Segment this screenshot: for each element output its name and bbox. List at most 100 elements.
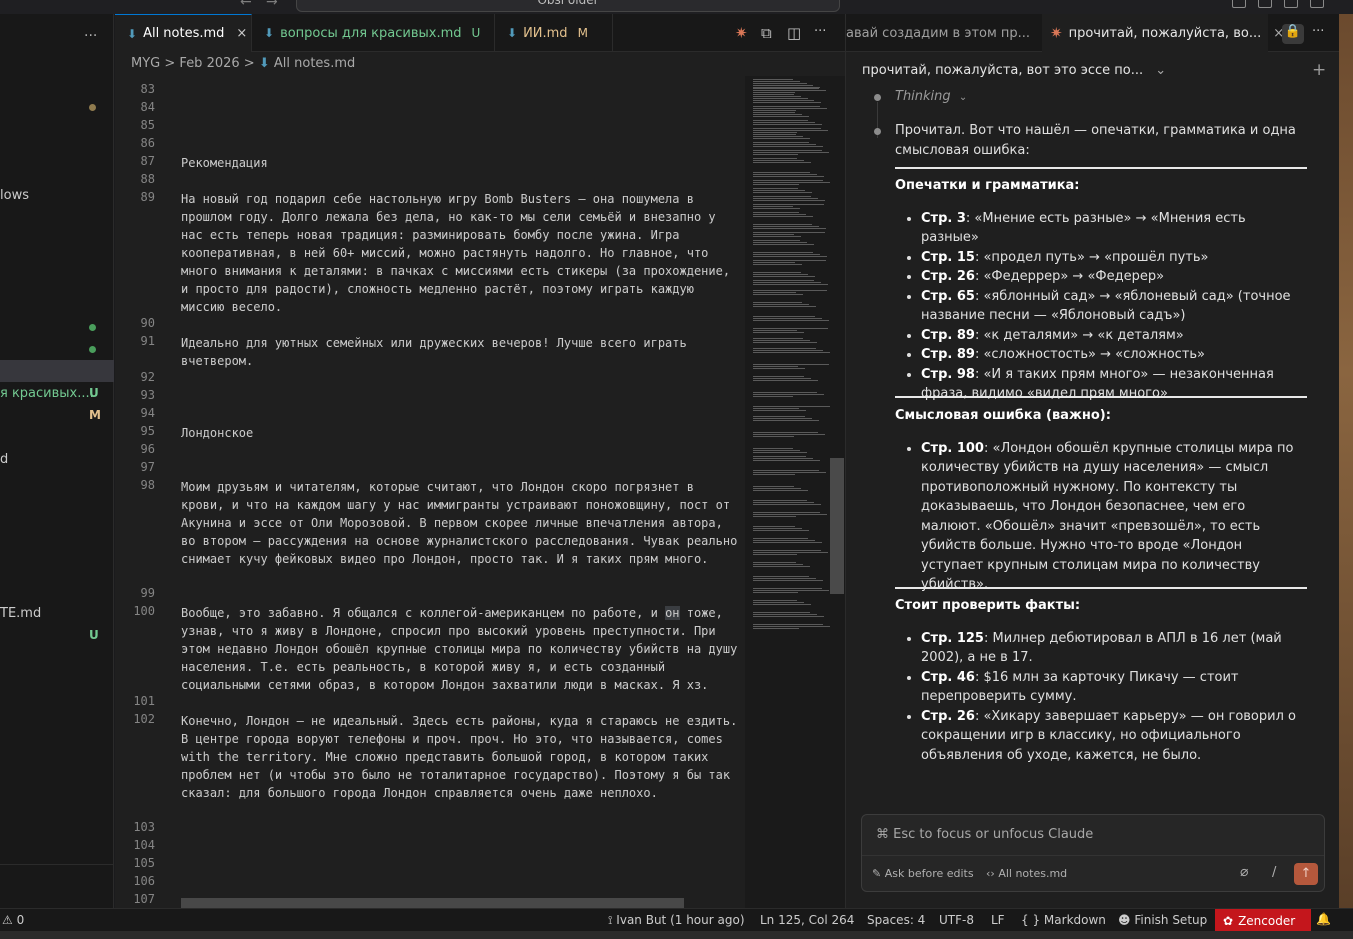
sidebar-more-icon[interactable]: ··· [84,28,97,44]
new-chat-plus-icon[interactable]: + [1312,60,1326,80]
line-number: 93 [140,388,155,402]
slash-command-button[interactable]: / [1272,865,1276,880]
sidebar-toggle-icon[interactable] [1258,0,1272,8]
minimap-line [753,340,810,341]
minimap-line [753,392,817,393]
indentation[interactable]: Spaces: 4 [867,913,925,927]
thinking-toggle[interactable]: Thinking ⌄ [895,89,967,104]
tab-ii[interactable]: ⬇ ИИ.md M [495,14,613,52]
line-number: 99 [140,586,155,600]
encoding[interactable]: UTF-8 [939,913,974,927]
close-icon[interactable]: × [236,26,247,41]
zencoder-button[interactable]: ✿ Zencoder [1215,909,1311,932]
code-area[interactable]: 83 84 85 86 87 Рекомендация 88 89 На новый год п… [115,82,745,908]
git-blame-item[interactable]: ⟟ Ivan But (1 hour ago) [608,913,745,928]
split-editor-icon[interactable]: ◫ [787,24,801,42]
tab-all-notes[interactable]: ⬇ All notes.md × [115,14,252,52]
problems-indicator[interactable]: ⚠ 0 [2,913,24,927]
minimap-line [753,600,797,601]
breadcrumb-item[interactable]: MYG [131,56,160,71]
minimap-line [753,338,803,339]
tab-current-chat[interactable]: ✷ прочитай, пожалуйста, во... × [1042,14,1284,52]
minimap-line [753,318,822,319]
minimap-line [753,396,793,397]
issue-text: : «Лондон обошёл крупные столицы мира по… [921,440,1294,593]
tab-voprosy[interactable]: ⬇ вопросы для красивых.md U [252,14,495,52]
line-reference[interactable]: Стр. 26 [921,709,975,724]
minimap-line [753,120,808,121]
code-line[interactable]: Идеально для уютных семейных или дружеск… [181,334,741,370]
finish-setup-button[interactable]: ☻ Finish Setup [1118,913,1207,927]
line-number: 107 [133,892,155,906]
explorer-item[interactable]: TE.md [0,606,41,621]
line-reference[interactable]: Стр. 98 [921,367,975,382]
explorer-selected-row[interactable] [0,360,114,382]
layout-icon[interactable] [1232,0,1246,8]
code-line[interactable]: Моим друзьям и читателям, которые считаю… [181,478,741,568]
chevron-down-icon[interactable]: ⌄ [1155,63,1166,78]
minimap-line [753,380,818,381]
send-button[interactable]: ↑ [1294,863,1318,885]
minimap-line [753,236,801,237]
vertical-scrollbar[interactable] [830,458,844,594]
forward-arrow-icon[interactable]: → [266,0,278,10]
minimap-line [753,448,793,449]
panel-toggle-icon[interactable] [1284,0,1298,8]
line-reference[interactable]: Стр. 3 [921,211,966,226]
chat-input[interactable] [876,827,1296,842]
minimap-line [753,264,802,265]
notifications-bell-icon[interactable]: 🔔 [1316,912,1331,926]
context-file-button[interactable]: ‹› All notes.md [986,867,1067,880]
minimap-line [753,200,825,201]
conversation-title[interactable]: прочитай, пожалуйста, вот это эссе по...… [862,63,1166,78]
code-line[interactable]: Конечно, Лондон — не идеальный. Здесь ес… [181,712,741,802]
more-actions-icon[interactable]: ··· [1312,24,1324,39]
edit-mode-button[interactable]: ✎ Ask before edits [872,867,974,880]
issue-item: Стр. 65: «яблонный сад» → «яблоневый сад… [921,287,1307,326]
line-reference[interactable]: Стр. 125 [921,631,984,646]
code-line[interactable]: Рекомендация [181,154,741,172]
minimap-line [753,578,816,579]
more-actions-icon[interactable]: ··· [814,24,826,39]
lock-icon[interactable]: 🔒 [1282,24,1304,44]
attach-paperclip-icon[interactable]: ⌀ [1240,864,1248,880]
untracked-dot-icon [89,324,96,331]
explorer-item[interactable]: lows [0,188,29,203]
line-reference[interactable]: Стр. 65 [921,289,975,304]
minimap-line [753,226,819,227]
line-reference[interactable]: Стр. 26 [921,269,975,284]
claude-icon[interactable]: ✷ [735,24,748,42]
explorer-item[interactable]: d [0,452,8,467]
line-reference[interactable]: Стр. 89 [921,347,975,362]
back-arrow-icon[interactable]: ← [240,0,252,10]
language-mode[interactable]: { } Markdown [1021,913,1106,927]
issue-text: : «сложностость» → «сложность» [974,347,1206,362]
minimap-line [753,352,830,353]
minimap-line [753,516,796,517]
secondary-sidebar-icon[interactable] [1310,0,1324,8]
code-line[interactable]: На новый год подарил себе настольную игр… [181,190,741,316]
code-line[interactable]: Лондонское [181,424,741,442]
minimap-line [753,184,799,185]
tab-previous-chat[interactable]: авай создадим в этом пр... [846,14,1036,52]
explorer-item[interactable]: я красивых.... [0,386,94,401]
line-reference[interactable]: Стр. 15 [921,250,975,265]
issue-list: Стр. 3: «Мнение есть разные» → «Мнения е… [895,209,1307,404]
line-reference[interactable]: Стр. 46 [921,670,975,685]
finish-setup-label: Finish Setup [1134,913,1208,927]
code-line[interactable]: Вообще, это забавно. Я общался с коллего… [181,604,741,694]
horizontal-scrollbar[interactable] [181,898,684,908]
line-reference[interactable]: Стр. 100 [921,441,984,456]
open-changes-icon[interactable]: ⧉ [761,24,772,42]
line-reference[interactable]: Стр. 89 [921,328,975,343]
tab-label: All notes.md [143,26,225,41]
command-center[interactable]: Obsi older [296,0,840,12]
issue-item: Стр. 46: $16 млн за карточку Пикачу — ст… [921,668,1307,707]
breadcrumb-item[interactable]: Feb 2026 [179,56,239,71]
cursor-position[interactable]: Ln 125, Col 264 [760,913,854,927]
line-ending[interactable]: LF [991,913,1005,927]
line-number: 102 [133,712,155,726]
breadcrumb-item[interactable]: All notes.md [274,56,355,71]
minimap-line [753,416,805,417]
minimap-line [753,486,794,487]
